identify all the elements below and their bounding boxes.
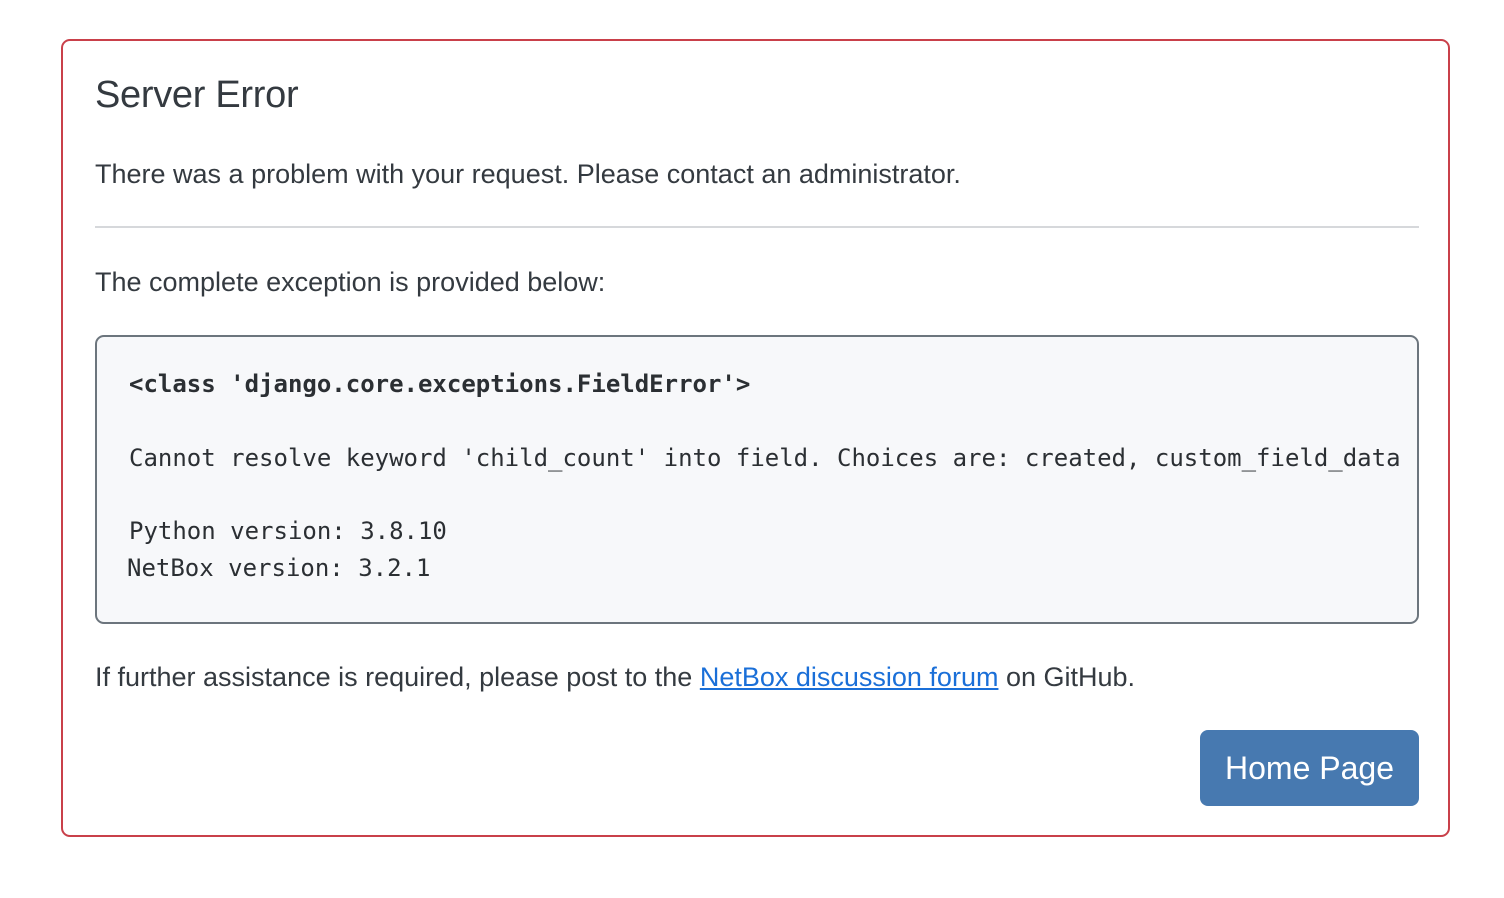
help-text-prefix: If further assistance is required, pleas… xyxy=(95,662,700,692)
exception-code-block: <class 'django.core.exceptions.FieldErro… xyxy=(95,335,1419,624)
exception-intro: The complete exception is provided below… xyxy=(95,267,606,297)
page-title: Server Error xyxy=(95,74,299,116)
discussion-forum-link[interactable]: NetBox discussion forum xyxy=(700,662,999,692)
error-card: Server Error There was a problem with yo… xyxy=(61,39,1450,837)
exception-message-line: Cannot resolve keyword 'child_count' int… xyxy=(129,444,1401,472)
help-text: If further assistance is required, pleas… xyxy=(95,660,1135,695)
exception-class-line: <class 'django.core.exceptions.FieldErro… xyxy=(129,370,751,398)
netbox-version-line: NetBox version: 3.2.1 xyxy=(127,554,431,582)
divider xyxy=(95,226,1419,228)
error-message: There was a problem with your request. P… xyxy=(95,159,961,189)
home-page-button[interactable]: Home Page xyxy=(1200,730,1419,806)
help-text-suffix: on GitHub. xyxy=(998,662,1136,692)
python-version-line: Python version: 3.8.10 xyxy=(129,517,447,545)
